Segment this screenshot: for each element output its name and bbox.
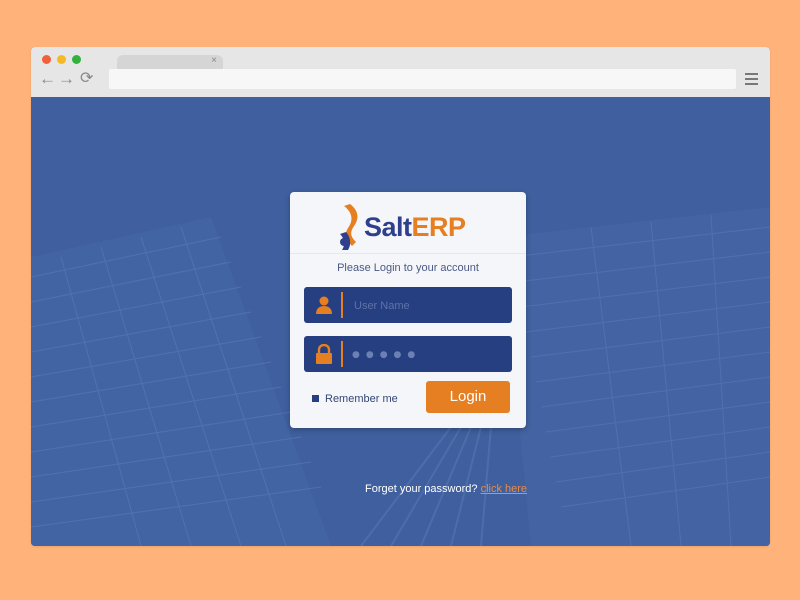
login-page: SaltERP Please Login to your account Use… bbox=[31, 97, 770, 546]
hamburger-menu-icon[interactable] bbox=[745, 73, 758, 85]
tab-close-icon[interactable]: × bbox=[211, 54, 217, 68]
minimize-window-button[interactable] bbox=[57, 55, 66, 64]
forgot-password-text: Forget your password? click here bbox=[365, 483, 527, 495]
browser-tab[interactable]: × bbox=[117, 55, 223, 69]
login-subtitle: Please Login to your account bbox=[337, 262, 479, 274]
field-separator bbox=[341, 292, 343, 318]
login-button[interactable]: Login bbox=[426, 381, 510, 413]
checkbox-icon[interactable] bbox=[312, 395, 319, 402]
close-window-button[interactable] bbox=[42, 55, 51, 64]
forgot-password-label: Forget your password? bbox=[365, 483, 478, 495]
remember-me-label: Remember me bbox=[325, 393, 398, 405]
browser-window: × ← → ⟳ SaltERP Please Login to your acc… bbox=[31, 47, 770, 546]
password-field[interactable]: ●●●●● bbox=[304, 336, 512, 372]
forgot-password-link[interactable]: click here bbox=[481, 483, 527, 495]
logo-text-erp: ERP bbox=[411, 212, 467, 242]
back-arrow-icon[interactable]: ← bbox=[39, 69, 56, 89]
reload-icon[interactable]: ⟳ bbox=[80, 69, 93, 89]
logo-mark-icon bbox=[340, 204, 358, 250]
card-divider bbox=[290, 253, 526, 254]
saltERP-logo: SaltERP bbox=[338, 200, 478, 252]
username-field[interactable] bbox=[304, 287, 512, 323]
lock-icon bbox=[316, 344, 332, 364]
logo-text-salt: Salt bbox=[364, 212, 412, 242]
user-icon bbox=[316, 296, 332, 314]
password-input[interactable]: ●●●●● bbox=[352, 350, 421, 360]
username-input[interactable] bbox=[352, 295, 506, 317]
field-separator bbox=[341, 341, 343, 367]
address-bar[interactable] bbox=[109, 69, 736, 89]
maximize-window-button[interactable] bbox=[72, 55, 81, 64]
logo-text: SaltERP bbox=[364, 212, 466, 243]
browser-chrome: × ← → ⟳ bbox=[31, 47, 770, 97]
login-card: SaltERP Please Login to your account Use… bbox=[290, 192, 526, 428]
forward-arrow-icon[interactable]: → bbox=[58, 69, 75, 89]
